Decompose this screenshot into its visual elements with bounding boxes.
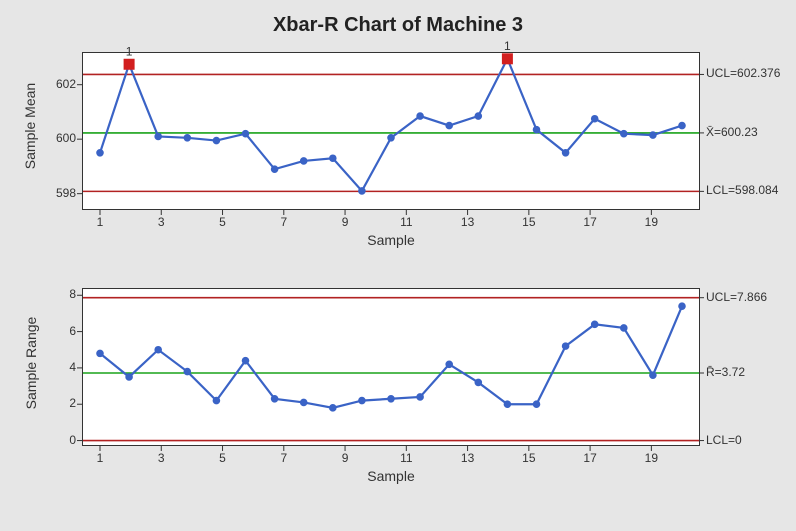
svg-text:1: 1	[126, 44, 133, 58]
xbar-ucl-label: UCL=602.376	[706, 66, 780, 80]
range-lcl-label: LCL=0	[706, 433, 742, 447]
chart-frame: Xbar-R Chart of Machine 3 Sample Mean Sa…	[0, 0, 796, 531]
range-ytick: 2	[38, 396, 76, 410]
range-ytick: 8	[38, 287, 76, 301]
range-xtick: 1	[88, 451, 112, 465]
range-xtick: 9	[333, 451, 357, 465]
xbar-xtick: 19	[639, 215, 663, 229]
xbar-xtick: 9	[333, 215, 357, 229]
xbar-center-label: X̄=600.23	[706, 125, 758, 139]
range-center-label: R̄=3.72	[706, 365, 745, 379]
range-xtick: 7	[272, 451, 296, 465]
xbar-lcl-label: LCL=598.084	[706, 183, 778, 197]
xbar-ytick: 600	[38, 131, 76, 145]
range-xtick: 5	[211, 451, 235, 465]
xbar-xtick: 17	[578, 215, 602, 229]
range-ytick: 0	[38, 433, 76, 447]
xbar-xtick: 15	[517, 215, 541, 229]
xbar-xtick: 13	[456, 215, 480, 229]
xbar-xtick: 7	[272, 215, 296, 229]
range-ucl-label: UCL=7.866	[706, 290, 767, 304]
range-xtick: 3	[149, 451, 173, 465]
xbar-ytick: 598	[38, 186, 76, 200]
xbar-ytick: 602	[38, 77, 76, 91]
range-ytick: 4	[38, 360, 76, 374]
range-xtick: 17	[578, 451, 602, 465]
xbar-xtick: 3	[149, 215, 173, 229]
svg-text:1: 1	[504, 39, 511, 53]
xbar-xtick: 11	[394, 215, 418, 229]
xbar-xtick: 5	[211, 215, 235, 229]
range-xtick: 19	[639, 451, 663, 465]
range-xtick: 15	[517, 451, 541, 465]
range-xlabel: Sample	[82, 468, 700, 484]
xbar-xlabel: Sample	[82, 232, 700, 248]
range-xtick: 13	[456, 451, 480, 465]
xbar-xtick: 1	[88, 215, 112, 229]
range-xtick: 11	[394, 451, 418, 465]
range-ytick: 6	[38, 324, 76, 338]
